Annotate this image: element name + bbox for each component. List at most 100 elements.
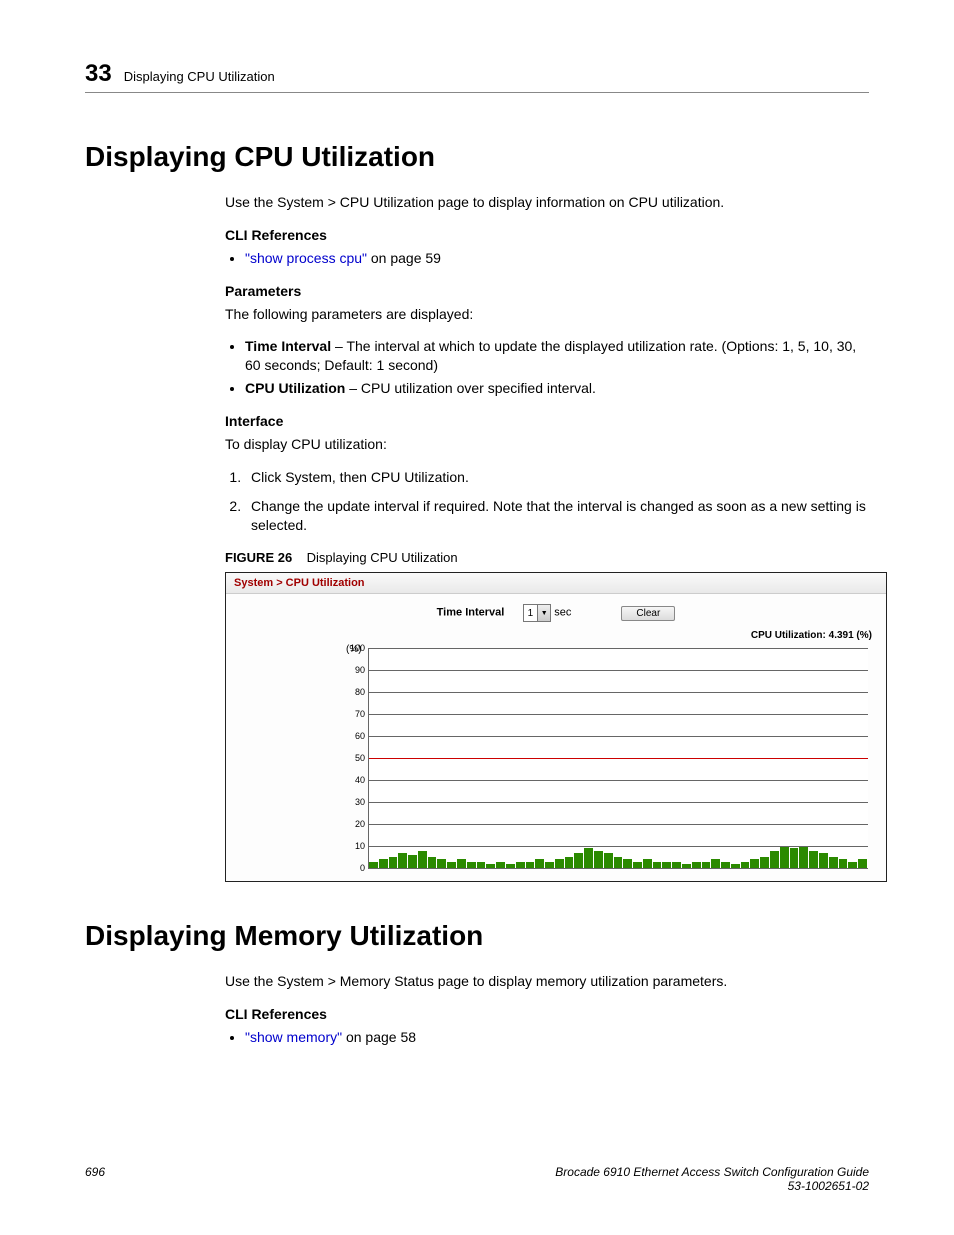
- memory-intro: Use the System > Memory Status page to d…: [225, 972, 869, 991]
- dropdown-arrow-icon: ▼: [537, 605, 550, 621]
- data-bar: [623, 859, 633, 868]
- y-tick-label: 70: [343, 709, 365, 719]
- data-bar: [447, 862, 457, 869]
- data-bar: [848, 862, 858, 869]
- section-heading-memory: Displaying Memory Utilization: [85, 920, 869, 952]
- data-bar: [692, 862, 702, 869]
- data-bar: [526, 862, 536, 869]
- data-bar: [858, 859, 868, 868]
- data-bar: [369, 862, 379, 869]
- interface-intro: To display CPU utilization:: [225, 435, 869, 454]
- param-cpu-utilization: CPU Utilization – CPU utilization over s…: [245, 379, 869, 398]
- threshold-line: [369, 758, 868, 759]
- data-bar: [721, 862, 731, 869]
- gridline: [369, 868, 868, 869]
- parameters-intro: The following parameters are displayed:: [225, 305, 869, 324]
- figure-title: Displaying CPU Utilization: [307, 550, 458, 565]
- param-desc: – The interval at which to update the di…: [245, 338, 856, 373]
- figure-caption: FIGURE 26 Displaying CPU Utilization: [225, 549, 869, 567]
- data-bar: [457, 859, 467, 868]
- section-heading-cpu: Displaying CPU Utilization: [85, 141, 869, 173]
- cli-reference-item-memory: "show memory" on page 58: [245, 1028, 869, 1047]
- y-tick-label: 50: [343, 753, 365, 763]
- data-bar: [741, 862, 751, 869]
- data-bar: [809, 851, 819, 869]
- gridline: [369, 692, 868, 693]
- figure-number: FIGURE 26: [225, 550, 292, 565]
- data-bar: [594, 851, 604, 869]
- cli-link-suffix-memory: on page 58: [342, 1029, 416, 1045]
- data-bar: [545, 862, 555, 869]
- gridline: [369, 780, 868, 781]
- time-interval-value: 1: [528, 608, 534, 619]
- link-show-process-cpu[interactable]: "show process cpu": [245, 250, 367, 266]
- running-title: Displaying CPU Utilization: [124, 69, 275, 84]
- data-bar: [389, 857, 399, 868]
- time-interval-label: Time Interval: [437, 607, 505, 619]
- data-bar: [398, 853, 408, 868]
- chapter-number: 33: [85, 60, 112, 88]
- data-bar: [672, 862, 682, 869]
- doc-title: Brocade 6910 Ethernet Access Switch Conf…: [555, 1165, 869, 1179]
- data-bar: [565, 857, 575, 868]
- step-2: Change the update interval if required. …: [245, 497, 869, 535]
- data-bar: [614, 857, 624, 868]
- data-bar: [799, 846, 809, 868]
- param-time-interval: Time Interval – The interval at which to…: [245, 337, 869, 375]
- running-header: 33 Displaying CPU Utilization: [85, 60, 869, 93]
- data-bar: [467, 862, 477, 869]
- data-bar: [829, 857, 839, 868]
- param-desc: – CPU utilization over specified interva…: [345, 380, 596, 396]
- parameters-heading: Parameters: [225, 282, 869, 301]
- doc-id: 53-1002651-02: [555, 1179, 869, 1193]
- interface-heading: Interface: [225, 412, 869, 431]
- data-bar: [780, 846, 790, 868]
- cli-references-heading-memory: CLI References: [225, 1005, 869, 1024]
- data-bar: [633, 862, 643, 869]
- data-bar: [418, 851, 428, 869]
- data-bar: [839, 859, 849, 868]
- y-tick-label: 40: [343, 775, 365, 785]
- data-bar: [790, 848, 800, 868]
- data-bar: [516, 862, 526, 869]
- time-interval-select[interactable]: 1 ▼: [523, 604, 552, 622]
- data-bar: [750, 859, 760, 868]
- cpu-utilization-readout: CPU Utilization: 4.391 (%): [751, 630, 872, 641]
- data-bar: [437, 859, 447, 868]
- data-bar: [711, 859, 721, 868]
- data-bar: [379, 859, 389, 868]
- data-bar: [555, 859, 565, 868]
- page-number: 696: [85, 1165, 105, 1193]
- link-show-memory[interactable]: "show memory": [245, 1029, 342, 1045]
- cpu-chart: 1009080706050403020100: [368, 648, 868, 869]
- step-1: Click System, then CPU Utilization.: [245, 468, 869, 487]
- cpu-utilization-panel: System > CPU Utilization Time Interval 1…: [225, 572, 887, 882]
- gridline: [369, 824, 868, 825]
- data-bar: [819, 853, 829, 868]
- y-tick-label: 60: [343, 731, 365, 741]
- data-bar: [653, 862, 663, 869]
- data-bar: [604, 853, 614, 868]
- gridline: [369, 736, 868, 737]
- param-name: CPU Utilization: [245, 380, 345, 396]
- time-interval-unit: sec: [554, 607, 571, 619]
- data-bar: [702, 862, 712, 869]
- y-tick-label: 30: [343, 797, 365, 807]
- gridline: [369, 648, 868, 649]
- y-tick-label: 10: [343, 841, 365, 851]
- y-tick-label: 90: [343, 665, 365, 675]
- panel-breadcrumb: System > CPU Utilization: [226, 573, 886, 594]
- data-bar: [574, 853, 584, 868]
- cli-link-suffix: on page 59: [367, 250, 441, 266]
- gridline: [369, 846, 868, 847]
- y-tick-label: 80: [343, 687, 365, 697]
- data-bar: [662, 862, 672, 869]
- intro-paragraph: Use the System > CPU Utilization page to…: [225, 193, 869, 212]
- page-footer: 696 Brocade 6910 Ethernet Access Switch …: [85, 1165, 869, 1193]
- data-bar: [535, 859, 545, 868]
- data-bar: [760, 857, 770, 868]
- gridline: [369, 670, 868, 671]
- clear-button[interactable]: Clear: [621, 606, 675, 621]
- gridline: [369, 802, 868, 803]
- y-tick-label: 20: [343, 819, 365, 829]
